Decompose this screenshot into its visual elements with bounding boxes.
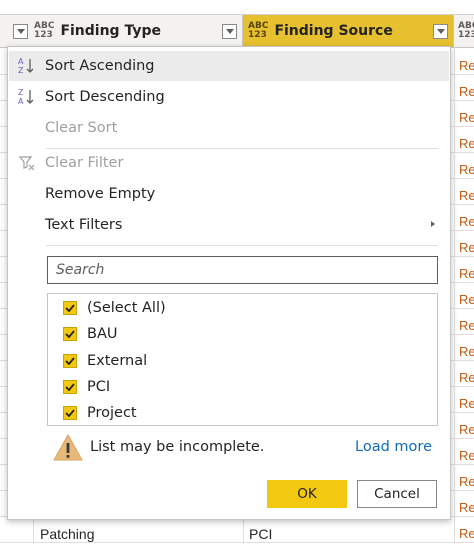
filter-checkbox-item[interactable]: Project [48, 400, 433, 426]
menu-label: Clear Filter [45, 155, 124, 171]
checkbox-label: BAU [87, 326, 118, 343]
chevron-down-icon [225, 28, 234, 34]
checkbox[interactable] [63, 327, 77, 342]
truncated-cell[interactable]: Re [459, 313, 474, 339]
menu-label: Sort Ascending [45, 58, 155, 74]
truncated-cell[interactable]: Re [459, 391, 474, 417]
incomplete-list-warning: List may be incomplete. [90, 439, 265, 455]
submenu-arrow-icon [431, 221, 435, 227]
column-header-label: Finding Source [274, 23, 393, 39]
top-strip [0, 0, 474, 14]
truncated-cell[interactable]: Re [459, 131, 474, 157]
sort-descending-icon: Z A [9, 87, 45, 107]
cancel-button[interactable]: Cancel [357, 480, 437, 508]
column-header-finding-type[interactable]: ABC 123 Finding Type [0, 15, 243, 47]
grid-header-row: ABC 123 Finding Type ABC 123 Finding Sou… [0, 14, 474, 48]
filter-checkbox-item[interactable]: External [48, 348, 433, 374]
checkbox[interactable] [63, 353, 77, 368]
svg-text:Z: Z [18, 66, 24, 75]
column-filter-menu: A Z Sort Ascending Z A Sort Descending C… [7, 46, 451, 520]
column-header-next[interactable]: ABC 123 [454, 15, 474, 47]
svg-text:Z: Z [18, 88, 24, 97]
truncated-cell[interactable]: Re [459, 339, 474, 365]
truncated-cell[interactable]: Re [459, 521, 474, 547]
column-filter-button[interactable] [433, 23, 448, 39]
menu-clear-filter[interactable]: Clear Filter [9, 148, 449, 178]
truncated-cell[interactable]: Re [459, 53, 474, 79]
filter-checkbox-item[interactable]: (Select All) [48, 295, 433, 321]
warning-icon [53, 434, 83, 461]
checkbox[interactable] [63, 406, 77, 421]
filter-value-list[interactable]: (Select All) BAU External PCI Project [47, 293, 438, 426]
load-more-link[interactable]: Load more [355, 439, 432, 455]
checkbox-label: External [87, 352, 148, 369]
menu-label: Remove Empty [45, 186, 156, 202]
menu-sort-descending[interactable]: Z A Sort Descending [9, 82, 449, 112]
svg-text:A: A [18, 97, 24, 106]
truncated-cell[interactable]: Re [459, 469, 474, 495]
text-type-icon[interactable]: ABC 123 [34, 22, 54, 40]
filter-checkbox-item[interactable]: PCI [48, 374, 433, 400]
text-type-icon[interactable]: ABC 123 [248, 22, 268, 40]
truncated-cell[interactable]: Re [459, 495, 474, 521]
checkbox-label: (Select All) [87, 300, 166, 316]
menu-sort-ascending[interactable]: A Z Sort Ascending [9, 51, 449, 81]
truncated-cell[interactable]: Re [459, 443, 474, 469]
search-input[interactable] [47, 256, 438, 284]
truncated-cell[interactable]: Re [459, 183, 474, 209]
checkmark-icon [65, 409, 75, 418]
svg-text:A: A [18, 57, 24, 66]
checkmark-icon [65, 357, 75, 365]
truncated-cell[interactable]: Re [459, 287, 474, 313]
truncated-cell[interactable]: Re [459, 261, 474, 287]
menu-text-filters[interactable]: Text Filters [9, 210, 449, 240]
truncated-cell[interactable]: Re [459, 105, 474, 131]
column-filter-button[interactable] [222, 23, 237, 39]
chevron-down-icon [16, 28, 25, 34]
menu-label: Sort Descending [45, 89, 165, 105]
menu-label: Clear Sort [45, 120, 118, 136]
checkmark-icon [65, 304, 75, 312]
menu-label: Text Filters [45, 217, 123, 233]
truncated-cell[interactable]: Re [459, 79, 474, 105]
truncated-cell[interactable]: Re [459, 209, 474, 235]
truncated-cell[interactable]: Re [459, 157, 474, 183]
checkbox-label: Project [87, 405, 137, 422]
menu-remove-empty[interactable]: Remove Empty [9, 179, 449, 209]
truncated-cell[interactable]: Re [459, 417, 474, 443]
column-header-label: Finding Type [60, 23, 161, 39]
checkbox-label: PCI [87, 378, 111, 395]
truncated-cell[interactable]: Re [459, 235, 474, 261]
text-type-icon[interactable]: ABC 123 [458, 22, 474, 40]
sort-ascending-icon: A Z [9, 56, 45, 76]
checkbox[interactable] [63, 301, 77, 315]
cell-finding-source[interactable]: PCI [249, 526, 272, 542]
ok-button[interactable]: OK [267, 480, 347, 508]
filter-checkbox-item[interactable]: BAU [48, 321, 433, 347]
checkmark-icon [65, 383, 75, 391]
menu-divider [46, 245, 438, 246]
chevron-down-icon [436, 28, 445, 34]
menu-clear-sort[interactable]: Clear Sort [9, 113, 449, 143]
column-dropdown-button[interactable] [13, 23, 28, 39]
checkbox[interactable] [63, 379, 77, 394]
truncated-cell[interactable]: Re [459, 365, 474, 391]
cell-finding-type[interactable]: Patching [40, 526, 94, 542]
checkmark-icon [65, 330, 75, 339]
column-header-finding-source[interactable]: ABC 123 Finding Source [243, 15, 454, 47]
clear-filter-icon [9, 154, 45, 172]
